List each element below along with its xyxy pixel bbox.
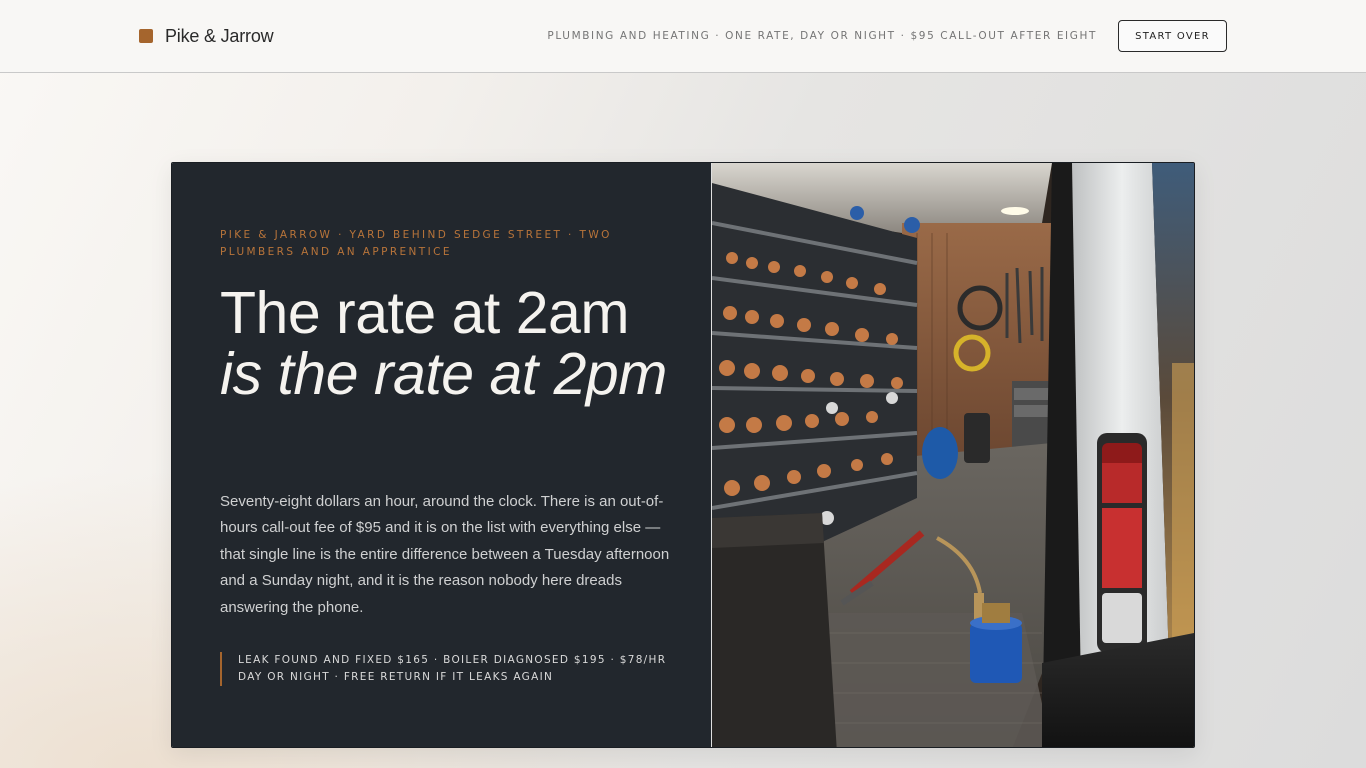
van-interior-illustration [712,163,1194,747]
van-interior-photo [712,163,1194,747]
brand-name: Pike & Jarrow [165,25,274,46]
headline-line-2: is the rate at 2pm [220,341,667,407]
hero-eyebrow: PIKE & JARROW · YARD BEHIND SEDGE STREET… [220,229,612,258]
headline-line-1: The rate at 2am [220,280,630,346]
hero-body-copy: Seventy-eight dollars an hour, around th… [220,493,670,616]
brand-logo-square-icon [139,29,153,43]
hero-text-panel: PIKE & JARROW · YARD BEHIND SEDGE STREET… [172,163,712,747]
start-over-button[interactable]: START OVER [1118,20,1227,52]
pricing-note: LEAK FOUND AND FIXED $165 · BOILER DIAGN… [220,652,668,686]
hero-headline: The rate at 2am is the rate at 2pm [220,283,680,405]
header-tagline: PLUMBING AND HEATING · ONE RATE, DAY OR … [547,30,1097,42]
top-navigation-bar: Pike & Jarrow PLUMBING AND HEATING · ONE… [0,0,1366,73]
hero-card: PIKE & JARROW · YARD BEHIND SEDGE STREET… [171,162,1195,748]
brand[interactable]: Pike & Jarrow [139,24,274,48]
